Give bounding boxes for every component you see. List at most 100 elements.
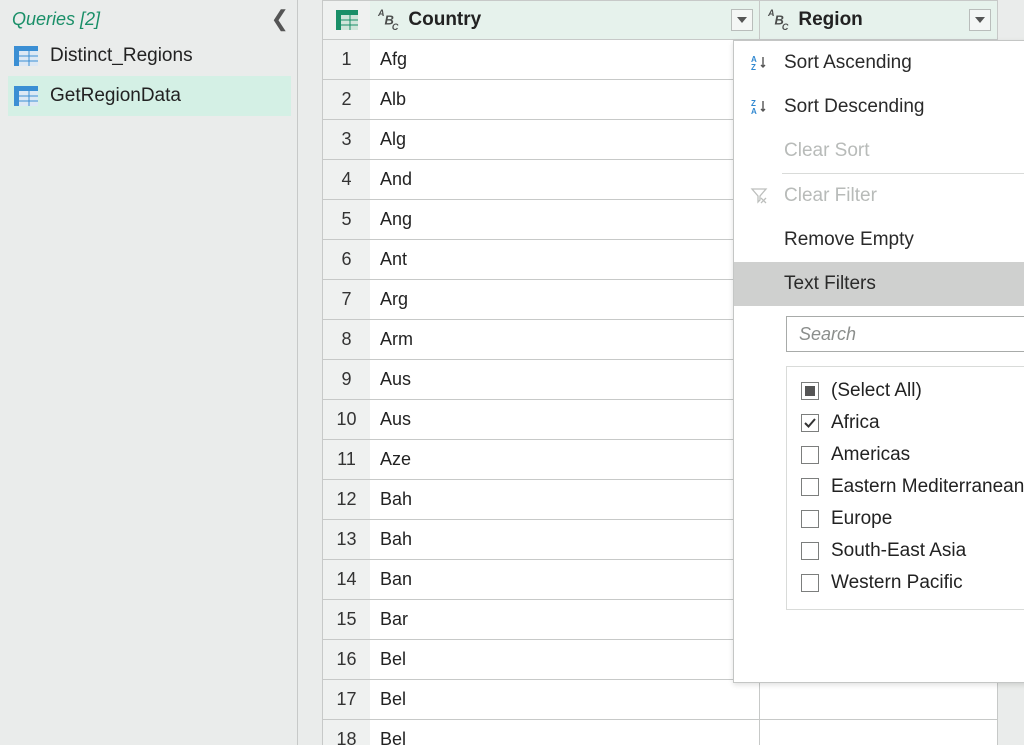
filter-value-item[interactable]: Africa <box>799 407 1024 439</box>
cell-region[interactable] <box>760 720 998 745</box>
cell-country[interactable]: Aze <box>370 440 760 480</box>
cell-country[interactable]: Bel <box>370 680 760 720</box>
row-header[interactable]: 2 <box>322 80 370 120</box>
checkbox[interactable] <box>801 446 819 464</box>
row-header[interactable]: 9 <box>322 360 370 400</box>
checkbox[interactable] <box>801 542 819 560</box>
filter-values-list: (Select All) Africa Americas Eastern Medite… <box>786 366 1024 610</box>
cell-country[interactable]: Afg <box>370 40 760 80</box>
row-header[interactable]: 1 <box>322 40 370 80</box>
column-header-region[interactable]: ABC Region <box>760 0 998 40</box>
sort-ascending-menu-item[interactable]: AZ Sort Ascending <box>734 41 1024 85</box>
cell-country[interactable]: Bah <box>370 520 760 560</box>
filter-value-label: South-East Asia <box>831 540 966 562</box>
cell-country[interactable]: Bel <box>370 720 760 745</box>
row-header[interactable]: 13 <box>322 520 370 560</box>
filter-value-item[interactable]: South-East Asia <box>799 535 1024 567</box>
filter-value-label: Americas <box>831 444 910 466</box>
clear-filter-icon <box>748 188 770 204</box>
cell-country[interactable]: Arg <box>370 280 760 320</box>
cell-country[interactable]: Aus <box>370 360 760 400</box>
filter-value-label: Western Pacific <box>831 572 963 594</box>
grid-area: ABC Country ABC Region 1Afg2Alb3Alg4And5… <box>298 0 1024 745</box>
remove-empty-menu-item[interactable]: Remove Empty <box>734 218 1024 262</box>
cell-country[interactable]: Ant <box>370 240 760 280</box>
text-type-icon: ABC <box>378 11 400 30</box>
svg-text:A: A <box>751 107 757 116</box>
chevron-down-icon <box>737 17 747 23</box>
collapse-queries-pane-icon[interactable]: ❮ <box>271 6 289 32</box>
row-header[interactable]: 14 <box>322 560 370 600</box>
query-item-label: Distinct_Regions <box>50 45 193 67</box>
query-item[interactable]: Distinct_Regions <box>8 36 291 76</box>
table-row[interactable]: 17Bel <box>322 680 1024 720</box>
column-header-label: Region <box>798 9 862 31</box>
select-all-rows-corner[interactable] <box>322 0 370 40</box>
row-header[interactable]: 5 <box>322 200 370 240</box>
query-item-label: GetRegionData <box>50 85 181 107</box>
cell-country[interactable]: Bar <box>370 600 760 640</box>
sort-asc-icon: AZ <box>748 55 770 71</box>
cell-country[interactable]: Aus <box>370 400 760 440</box>
checkbox[interactable] <box>801 574 819 592</box>
queries-pane: Queries [2] ❮ Distinct_Regions GetRegionD… <box>0 0 298 745</box>
cell-country[interactable]: And <box>370 160 760 200</box>
text-filters-menu-item[interactable]: Text Filters ▸ <box>734 262 1024 306</box>
row-header[interactable]: 6 <box>322 240 370 280</box>
filter-value-item[interactable]: Eastern Mediterranean <box>799 471 1024 503</box>
region-filter-dropdown: AZ Sort Ascending ZA Sort Descending Cle… <box>733 40 1024 683</box>
row-header[interactable]: 15 <box>322 600 370 640</box>
filter-search-input[interactable] <box>786 316 1024 352</box>
column-filter-button-country[interactable] <box>731 9 753 31</box>
chevron-down-icon <box>975 17 985 23</box>
menu-item-label: Sort Ascending <box>784 52 912 74</box>
column-header-label: Country <box>408 9 481 31</box>
queries-pane-title: Queries [2] <box>12 9 100 30</box>
row-header[interactable]: 7 <box>322 280 370 320</box>
clear-filter-menu-item: Clear Filter <box>734 174 1024 218</box>
row-header[interactable]: 18 <box>322 720 370 745</box>
checkbox[interactable] <box>801 510 819 528</box>
cell-country[interactable]: Ban <box>370 560 760 600</box>
query-table-icon <box>14 46 38 66</box>
filter-value-item[interactable]: Americas <box>799 439 1024 471</box>
filter-value-item[interactable]: Western Pacific <box>799 567 1024 599</box>
row-header[interactable]: 4 <box>322 160 370 200</box>
filter-value-item[interactable]: (Select All) <box>799 375 1024 407</box>
cell-country[interactable]: Arm <box>370 320 760 360</box>
cell-country[interactable]: Bel <box>370 640 760 680</box>
table-row[interactable]: 18Bel <box>322 720 1024 745</box>
row-header[interactable]: 11 <box>322 440 370 480</box>
row-header[interactable]: 3 <box>322 120 370 160</box>
row-header[interactable]: 17 <box>322 680 370 720</box>
query-table-icon <box>14 86 38 106</box>
sort-descending-menu-item[interactable]: ZA Sort Descending <box>734 85 1024 129</box>
filter-value-item[interactable]: Europe <box>799 503 1024 535</box>
filter-value-label: Europe <box>831 508 892 530</box>
cell-country[interactable]: Ang <box>370 200 760 240</box>
row-header[interactable]: 10 <box>322 400 370 440</box>
cell-country[interactable]: Alg <box>370 120 760 160</box>
cell-country[interactable]: Alb <box>370 80 760 120</box>
column-filter-button-region[interactable] <box>969 9 991 31</box>
menu-item-label: Clear Sort <box>784 140 870 162</box>
menu-item-label: Text Filters <box>784 273 876 295</box>
svg-text:Z: Z <box>751 63 756 72</box>
query-item[interactable]: GetRegionData <box>8 76 291 116</box>
menu-item-label: Sort Descending <box>784 96 924 118</box>
column-header-country[interactable]: ABC Country <box>370 0 760 40</box>
cell-region[interactable] <box>760 680 998 720</box>
row-header[interactable]: 8 <box>322 320 370 360</box>
queries-pane-header: Queries [2] ❮ <box>8 4 291 36</box>
checkbox[interactable] <box>801 382 819 400</box>
cell-country[interactable]: Bah <box>370 480 760 520</box>
column-header-row: ABC Country ABC Region <box>322 0 1024 40</box>
row-header[interactable]: 16 <box>322 640 370 680</box>
checkbox[interactable] <box>801 414 819 432</box>
menu-item-label: Remove Empty <box>784 229 914 251</box>
row-header[interactable]: 12 <box>322 480 370 520</box>
sort-desc-icon: ZA <box>748 99 770 115</box>
checkbox[interactable] <box>801 478 819 496</box>
menu-item-label: Clear Filter <box>784 185 877 207</box>
filter-value-label: Africa <box>831 412 880 434</box>
